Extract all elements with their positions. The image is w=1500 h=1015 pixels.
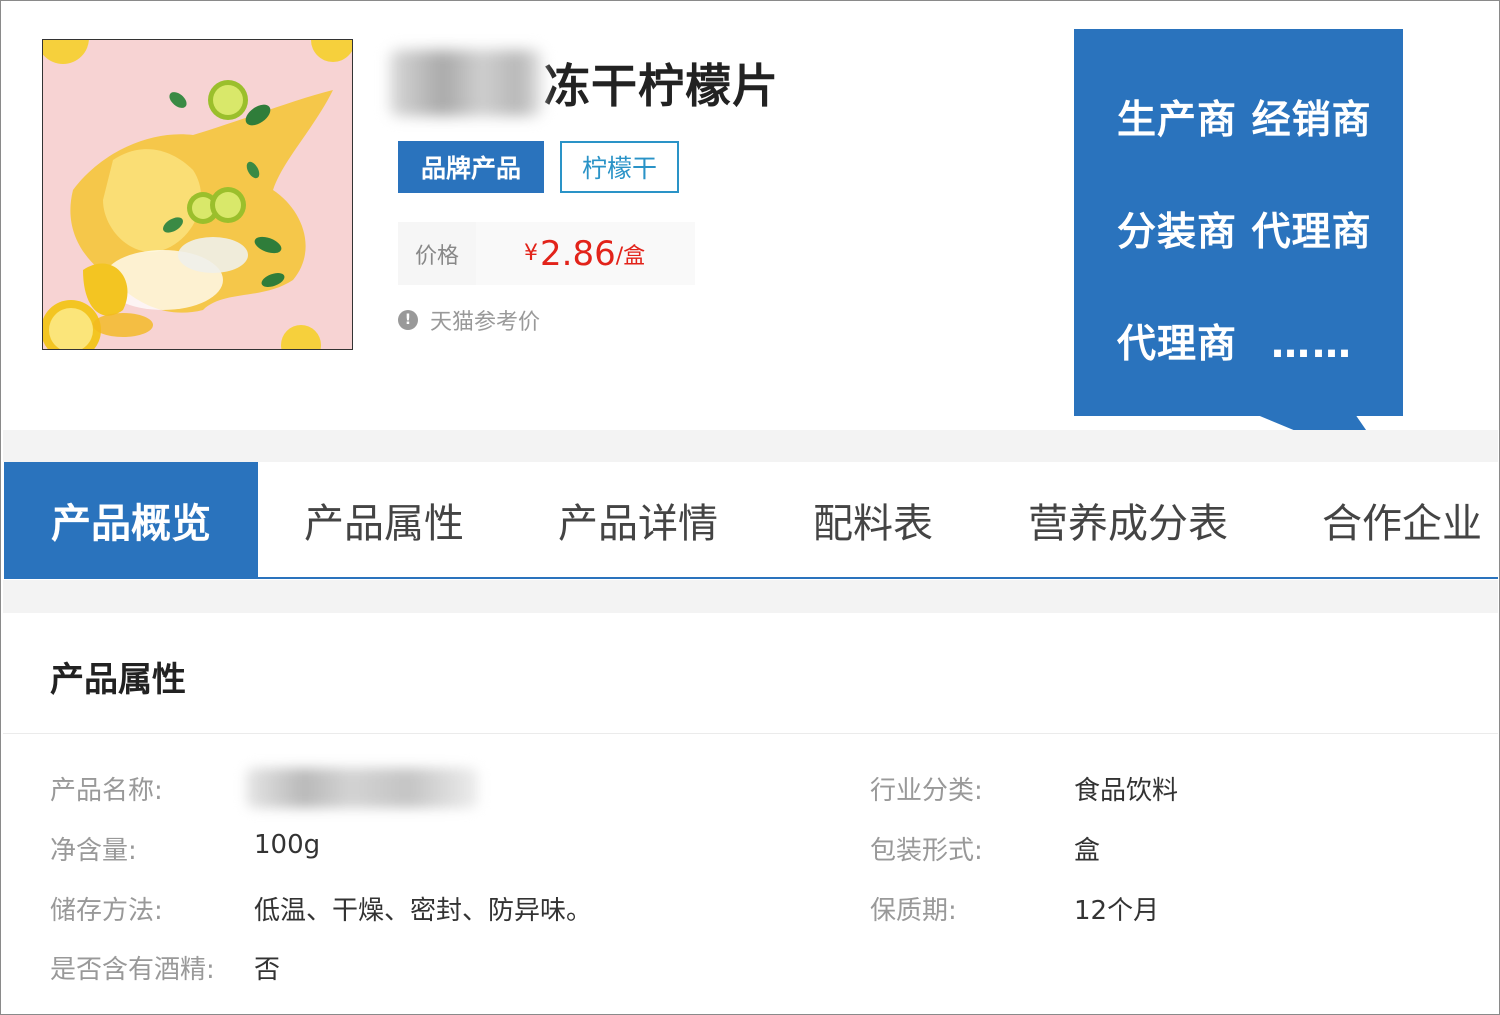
price-value: ¥ 2.86 /盒 [476, 222, 695, 285]
prop-value-alcohol: 否 [254, 955, 281, 985]
prop-label-packaging: 包装形式: [870, 836, 983, 866]
prop-value-net-weight: 100g [254, 830, 321, 860]
price-note-text: 天猫参考价 [430, 310, 541, 335]
tab-ingredients[interactable]: 配料表 [813, 462, 933, 577]
tab-details[interactable]: 产品详情 [558, 462, 718, 577]
prop-value-storage: 低温、干燥、密封、防异味。 [254, 896, 593, 926]
callout-box: 生产商 经销商 分装商 代理商 代理商 …… [1074, 29, 1403, 416]
tab-attributes[interactable]: 产品属性 [304, 462, 464, 577]
price-amount: 2.86 [540, 233, 616, 274]
callout-line-3: 代理商 …… [1117, 313, 1353, 369]
prop-value-shelf-life: 12个月 [1074, 896, 1160, 926]
prop-label-name: 产品名称: [50, 776, 163, 806]
divider [3, 733, 1498, 734]
price-label: 价格 [414, 243, 459, 269]
prop-value-industry: 食品饮料 [1074, 776, 1179, 806]
tab-bar: 产品概览 产品属性 产品详情 配料表 营养成分表 合作企业 [4, 462, 1498, 579]
blurred-brand-name [390, 50, 542, 116]
prop-label-alcohol: 是否含有酒精: [50, 955, 215, 985]
lemon-splash-illustration [43, 40, 352, 349]
info-icon: ! [398, 310, 418, 330]
callout-line-2: 分装商 代理商 [1117, 210, 1372, 255]
brand-product-tag[interactable]: 品牌产品 [398, 141, 544, 193]
price-box: 价格 ¥ 2.86 /盒 [398, 222, 695, 285]
properties-title: 产品属性 [50, 660, 186, 700]
tab-overview[interactable]: 产品概览 [4, 462, 258, 577]
category-tag[interactable]: 柠檬干 [560, 141, 679, 193]
prop-label-net-weight: 净含量: [50, 836, 137, 866]
product-title: 冻干柠檬片 [544, 59, 779, 113]
price-note: ! 天猫参考价 [398, 304, 540, 336]
prop-label-shelf-life: 保质期: [870, 896, 957, 926]
prop-label-storage: 储存方法: [50, 896, 163, 926]
callout-line-1: 生产商 经销商 [1117, 98, 1372, 143]
callout-line-3-text: 代理商 [1117, 322, 1238, 367]
prop-label-industry: 行业分类: [870, 776, 983, 806]
section-gap-lower [3, 580, 1498, 613]
blurred-product-name [246, 768, 478, 808]
section-gap [3, 430, 1498, 462]
tab-partners[interactable]: 合作企业 [1322, 462, 1482, 577]
product-image[interactable] [42, 39, 353, 350]
price-unit: /盒 [615, 243, 646, 269]
price-currency: ¥ [524, 241, 538, 266]
callout-ellipsis: …… [1271, 322, 1354, 367]
prop-value-packaging: 盒 [1074, 836, 1101, 866]
tab-nutrition[interactable]: 营养成分表 [1028, 462, 1228, 577]
product-title-row: 冻干柠檬片 [390, 48, 779, 118]
